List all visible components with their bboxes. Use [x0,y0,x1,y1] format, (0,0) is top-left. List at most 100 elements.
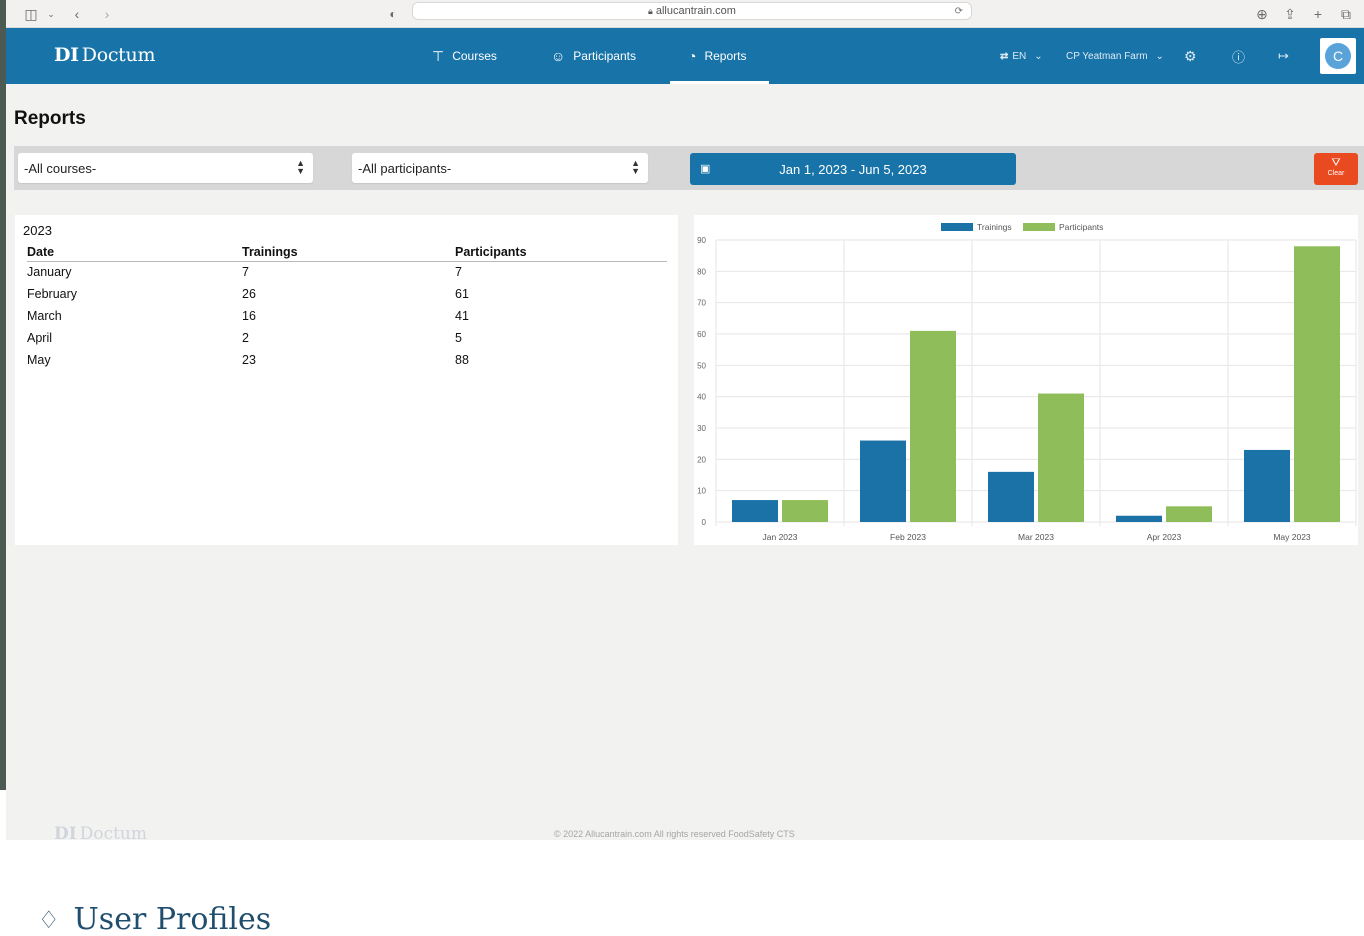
x-tick-label: Apr 2023 [1147,532,1182,542]
calendar-icon: ▣ [700,163,711,175]
y-tick-label: 40 [697,393,706,402]
gear-icon[interactable]: ⚙ [1184,28,1197,84]
download-icon[interactable]: ⊕ [1254,6,1270,22]
column-header: Participants [455,244,667,262]
legend-swatch [941,223,973,231]
avatar[interactable]: C [1320,38,1356,74]
table-row: February 26 61 [27,283,667,305]
table-cell: 61 [455,287,469,301]
report-chart-card: 0 10 20 30 40 50 60 70 80 90 Jan 2023 Feb 2023 Mar 2… [694,215,1358,545]
report-year: 2023 [23,223,52,238]
date-range-button[interactable]: ▣ Jan 1, 2023 - Jun 5, 2023 [690,153,1016,185]
lock-icon: 🔒︎ [648,6,653,16]
translate-icon: ⇄ [1000,50,1009,62]
table-cell: 23 [242,353,256,367]
graduation-cap-icon: ⊤ [432,47,445,64]
bar-participants [1038,393,1084,522]
column-header: Trainings [242,244,455,262]
bar-trainings [860,440,906,522]
chevron-down-icon: ⌄ [1034,50,1043,62]
table-row: January 7 7 [27,261,667,283]
y-tick-label: 50 [697,361,706,370]
filter-clear-icon: ⛛ [1331,157,1341,169]
table-cell: 2 [242,331,249,345]
bar-participants [1166,506,1212,522]
footer-copyright: © 2022 Allucantrain.com All rights reser… [554,829,795,839]
sidebar-toggle-icon[interactable]: ◫ [22,6,40,22]
lightbulb-icon: ♢ [38,905,60,934]
doctum-logo[interactable]: DI Doctum [54,44,155,66]
table-cell: 16 [242,309,256,323]
y-tick-label: 20 [697,455,706,464]
address-bar[interactable]: 🔒︎ allucantrain.com ⟳ [412,2,972,20]
user-icon: ☺ [551,48,566,64]
table-cell: March [27,309,62,323]
table-cell: 88 [455,353,469,367]
forward-icon[interactable]: › [100,6,114,22]
url-text: allucantrain.com [655,5,736,17]
x-tick-label: Jan 2023 [763,532,798,542]
table-cell: 26 [242,287,256,301]
y-tick-label: 60 [697,330,706,339]
x-tick-label: Feb 2023 [890,532,926,542]
y-tick-label: 0 [702,518,707,527]
bar-trainings [988,471,1034,522]
table-row: May 23 88 [27,349,667,371]
pie-chart-icon: ◔ [688,48,697,64]
table-cell: 7 [455,265,462,280]
share-icon[interactable]: ⇪ [1282,6,1298,22]
x-tick-label: Mar 2023 [1018,532,1054,542]
y-tick-label: 10 [697,487,706,496]
page-title: Reports [14,108,86,129]
footer-logo: DI Doctum [54,824,147,844]
tab-overview-icon[interactable]: ⧉ [1338,6,1354,22]
participant-select[interactable]: -All participants- ▲ ▼ [352,153,648,183]
back-icon[interactable]: ‹ [70,6,84,22]
nav-participants[interactable]: ☺ Participants [551,28,636,84]
x-tick-label: May 2023 [1273,532,1311,542]
table-cell: 7 [242,265,249,280]
privacy-shield-icon[interactable]: ◐ [386,6,400,22]
chevron-down-icon[interactable]: ⌄ [46,6,56,22]
legend-label: Participants [1059,222,1103,232]
logout-icon[interactable]: ↦ [1278,28,1289,84]
y-tick-label: 80 [697,267,706,276]
organization-selector[interactable]: CP Yeatman Farm ⌄ [1066,28,1164,84]
table-cell: 41 [455,309,469,323]
browser-toolbar: ◫ ⌄ ‹ › ◐ 🔒︎ allucantrain.com ⟳ ⊕ ⇪ + ⧉ [6,0,1364,28]
legend-swatch [1023,223,1055,231]
filter-bar: -All courses- ▲ ▼ -All participants- ▲ ▼ ▣… [14,146,1364,190]
table-cell: February [27,287,78,301]
table-row: March 16 41 [27,305,667,327]
bar-participants [1294,246,1340,522]
report-table: Date Trainings Participants January 7 7 … [27,244,667,371]
table-row: April 2 5 [27,327,667,349]
clear-filter-button[interactable]: ⛛ Clear [1314,153,1358,185]
app-header: DI Doctum ⊤ Courses ☺ Participants ◔ Repo… [6,28,1364,84]
column-header: Date [27,244,242,262]
course-select[interactable]: -All courses- ▲ ▼ [18,153,313,183]
select-arrows-icon: ▲ ▼ [631,158,640,176]
nav-reports[interactable]: ◔ Reports [670,28,769,84]
nav-courses[interactable]: ⊤ Courses [432,28,497,84]
translate-reload-icon[interactable]: ⟳ [955,4,963,20]
bar-chart: 0 10 20 30 40 50 60 70 80 90 Jan 2023 Feb 2023 Mar 2… [697,222,1357,542]
select-arrows-icon: ▲ ▼ [296,158,305,176]
bar-participants [910,330,956,522]
bar-trainings [732,500,778,522]
y-tick-label: 90 [697,236,706,245]
table-cell: January [27,265,72,280]
table-cell: May [27,353,51,367]
table-cell: April [27,331,53,345]
language-selector[interactable]: ⇄ EN ⌄ [1000,28,1043,84]
doc-heading: ♢ User Profiles [38,902,272,936]
table-header-row: Date Trainings Participants [27,244,667,262]
new-tab-icon[interactable]: + [1310,6,1326,22]
main-content: Reports -All courses- ▲ ▼ -All participan… [6,84,1364,844]
chevron-down-icon: ⌄ [1155,50,1164,62]
legend-label: Trainings [977,222,1012,232]
bar-trainings [1116,515,1162,522]
bar-trainings [1244,449,1290,522]
y-tick-label: 30 [697,424,706,433]
info-icon[interactable]: ⓘ [1232,28,1245,84]
